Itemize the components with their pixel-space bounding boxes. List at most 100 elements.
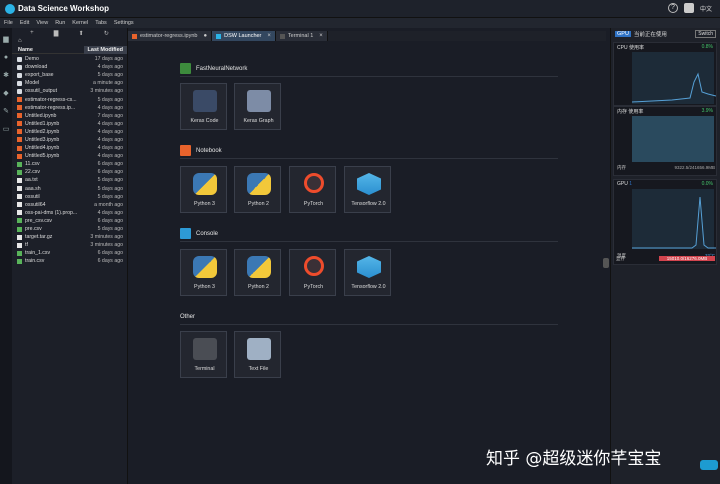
avatar[interactable] — [683, 3, 694, 13]
file-row[interactable]: Untitled4.ipynb 4 days ago — [12, 144, 127, 152]
column-last-modified[interactable]: Last Modified — [83, 45, 127, 54]
gpu-chart-svg — [632, 196, 716, 249]
help-icon[interactable]: ? — [667, 3, 678, 13]
folder-icon[interactable]: ▆ — [0, 34, 12, 46]
cpu-title: CPU 使用率 — [617, 44, 644, 51]
csv-icon — [17, 161, 22, 167]
launcher-card[interactable]: Tensorflow 2.0 — [344, 249, 391, 296]
memory-panel: 内存 使用率 3.9% 内存 9322.5/241656.9MB — [613, 106, 717, 176]
column-name[interactable]: Name — [18, 47, 33, 53]
menu-view[interactable]: View — [36, 20, 48, 26]
tab-0[interactable]: estimator-regress.ipynb ● — [128, 31, 213, 41]
notebook-icon — [17, 113, 22, 119]
tab-close-icon[interactable]: × — [267, 33, 271, 39]
menu-kernel[interactable]: Kernel — [72, 20, 88, 26]
term-icon — [193, 338, 217, 360]
file-name: Untitled4.ipynb — [25, 145, 60, 152]
section-2: Console — [180, 228, 218, 239]
gpu-panel: GPU 10.0% 温度32°C — [613, 179, 717, 265]
file-row[interactable]: estimator-regress-cs... 5 days ago — [12, 95, 127, 103]
language-switch[interactable]: 中文 — [700, 4, 712, 13]
file-row[interactable]: Untitled.ipynb 7 days ago — [12, 112, 127, 120]
chat-icon[interactable] — [700, 460, 718, 470]
tab-2[interactable]: Terminal 1 × — [275, 31, 328, 41]
refresh-icon[interactable]: ↻ — [104, 30, 109, 37]
file-row[interactable]: Untitled1.ipynb 4 days ago — [12, 120, 127, 128]
file-name: estimator-regress.ip... — [25, 104, 76, 111]
new-folder-icon[interactable]: ▇ — [54, 30, 59, 37]
launcher-card[interactable]: Python 2 — [234, 249, 281, 296]
commands-icon[interactable]: ✱ — [0, 70, 12, 82]
file-row[interactable]: 11.csv 6 days ago — [12, 160, 127, 168]
gpu-memory-value: 15010.0/16276.0MB — [666, 256, 708, 261]
launcher-card[interactable]: PyTorch — [289, 249, 336, 296]
running-icon[interactable]: ● — [0, 52, 12, 64]
palette-icon[interactable]: ◆ — [0, 88, 12, 100]
tf-icon — [357, 256, 381, 278]
file-row[interactable]: 22.csv 6 days ago — [12, 168, 127, 176]
file-name: estimator-regress-cs... — [25, 96, 77, 103]
menu-run[interactable]: Run — [55, 20, 65, 26]
file-row[interactable]: download 4 days ago — [12, 63, 127, 71]
menu-file[interactable]: File — [4, 20, 13, 26]
file-row[interactable]: Untitled5.ipynb 4 days ago — [12, 152, 127, 160]
file-row[interactable]: ossutil64 a month ago — [12, 201, 127, 209]
upload-icon[interactable]: ⬆ — [79, 30, 84, 37]
launcher-card[interactable]: PyTorch — [289, 166, 336, 213]
file-modified: 6 days ago — [97, 169, 123, 176]
launcher-card[interactable]: Keras Graph — [234, 83, 281, 130]
launcher-card[interactable]: Terminal — [180, 331, 227, 378]
file-row[interactable]: target.tar.gz 3 minutes ago — [12, 233, 127, 241]
wrench-icon[interactable]: ✎ — [0, 106, 12, 118]
file-row[interactable]: ossutil 5 days ago — [12, 193, 127, 201]
new-launcher-icon[interactable]: + — [30, 30, 34, 36]
file-row[interactable]: pre.csv 5 days ago — [12, 225, 127, 233]
section-title: Notebook — [196, 147, 222, 154]
mem-stat: 内存 9322.5/241656.9MB — [617, 165, 715, 170]
card-label: Tensorflow 2.0 — [351, 201, 386, 207]
file-row[interactable]: estimator-regress.ip... 4 days ago — [12, 104, 127, 112]
csv-icon — [17, 250, 22, 256]
file-row[interactable]: export_base 5 days ago — [12, 71, 127, 79]
file-row[interactable]: train.csv 6 days ago — [12, 257, 127, 265]
tab-close-icon[interactable]: × — [319, 33, 323, 39]
menu-edit[interactable]: Edit — [20, 20, 29, 26]
file-row[interactable]: Demo 17 days ago — [12, 55, 127, 63]
switch-button[interactable]: Switch — [695, 30, 716, 38]
launcher-card[interactable]: Python 3 — [180, 166, 227, 213]
file-row[interactable]: aaa.sh 5 days ago — [12, 185, 127, 193]
collapse-handle[interactable] — [603, 258, 609, 268]
file-modified: 3 minutes ago — [90, 234, 123, 241]
app-title: Data Science Workshop — [18, 4, 109, 13]
file-modified: 4 days ago — [97, 136, 123, 143]
section-3: Other — [180, 311, 195, 322]
file-icon — [17, 177, 22, 183]
file-row[interactable]: train_1.csv 6 days ago — [12, 249, 127, 257]
launcher-card[interactable]: Text File — [234, 331, 281, 378]
launcher-card[interactable]: Keras Code — [180, 83, 227, 130]
menu-tabs[interactable]: Tabs — [95, 20, 107, 26]
file-name: aa.txt — [25, 177, 38, 184]
launcher-card[interactable]: Python 3 — [180, 249, 227, 296]
tab-bar: estimator-regress.ipynb ● DSW Launcher × Ter… — [128, 31, 606, 41]
launcher-card[interactable]: Python 2 — [234, 166, 281, 213]
tab-close-icon[interactable]: ● — [203, 33, 207, 39]
file-row[interactable]: oss-pai-dms (1).prop... 4 days ago — [12, 209, 127, 217]
tab-1[interactable]: DSW Launcher × — [212, 31, 276, 41]
file-name: ossutil_output — [25, 88, 58, 95]
file-row[interactable]: Untitled3.ipynb 4 days ago — [12, 136, 127, 144]
file-row[interactable]: pre_csv.csv 6 days ago — [12, 217, 127, 225]
file-modified: 4 days ago — [97, 64, 123, 71]
tabs-icon[interactable]: ▭ — [0, 124, 12, 136]
file-row[interactable]: aa.txt 5 days ago — [12, 176, 127, 184]
menu-settings[interactable]: Settings — [114, 20, 134, 26]
file-row[interactable]: Untitled2.ipynb 4 days ago — [12, 128, 127, 136]
file-row[interactable]: ossutil_output 3 minutes ago — [12, 87, 127, 95]
file-name: Untitled3.ipynb — [25, 136, 60, 143]
launcher-card[interactable]: Tensorflow 2.0 — [344, 166, 391, 213]
file-row[interactable]: Model a minute ago — [12, 79, 127, 87]
file-modified: 17 days ago — [94, 56, 123, 63]
gpu-title: GPU 1 — [617, 181, 633, 187]
file-row[interactable]: tf 3 minutes ago — [12, 241, 127, 249]
section-divider — [180, 158, 558, 159]
